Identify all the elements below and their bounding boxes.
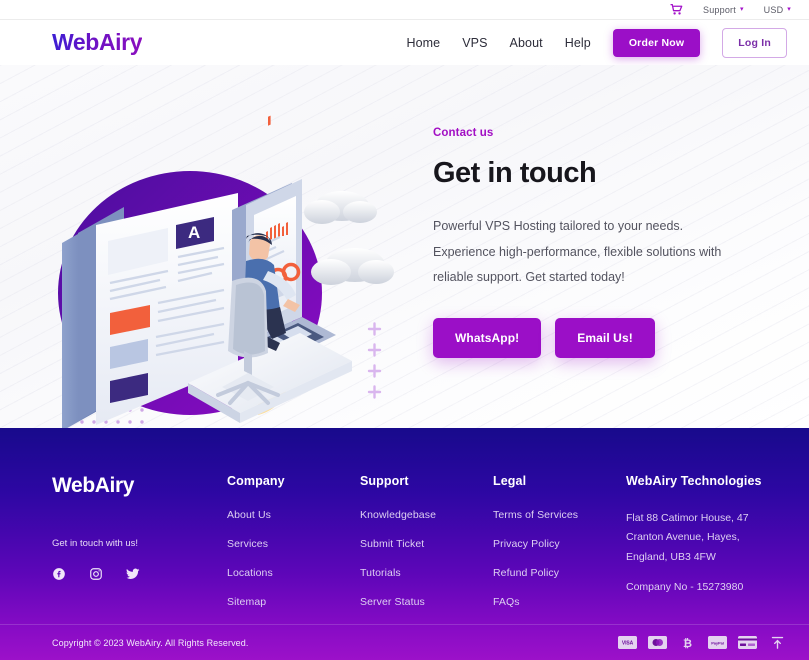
login-button[interactable]: Log In xyxy=(722,27,787,58)
footer-column-title: Company xyxy=(227,474,285,488)
chevron-down-icon: ▾ xyxy=(739,6,744,13)
footer-link-tutorials[interactable]: Tutorials xyxy=(360,567,493,579)
social-links xyxy=(52,567,227,581)
footer-link-terms[interactable]: Terms of Services xyxy=(493,509,626,521)
topbar-currency-label: USD xyxy=(763,4,784,15)
cloud-icon xyxy=(304,191,394,285)
topbar-item-support[interactable]: Support ▾ xyxy=(703,5,744,15)
twitter-icon[interactable] xyxy=(126,567,140,581)
logo[interactable]: Web Airy xyxy=(52,29,142,56)
address-line-1: Flat 88 Catimor House, 47 xyxy=(626,512,749,524)
footer-link-privacy[interactable]: Privacy Policy xyxy=(493,538,626,550)
top-utility-bar: Support ▾ USD ▾ xyxy=(0,0,809,20)
visa-icon: VISA xyxy=(618,636,637,649)
hero-cta-row: WhatsApp! Email Us! xyxy=(433,317,769,358)
hero-section: A Contact us Get in touch Powerful VPS H… xyxy=(0,65,809,428)
paypal-icon: PayPal xyxy=(708,636,727,649)
svg-text:₿: ₿ xyxy=(683,638,692,649)
footer-column-support: Support Knowledgebase Submit Ticket Tuto… xyxy=(360,474,493,625)
footer-link-server-status[interactable]: Server Status xyxy=(360,596,493,608)
footer-company-title: WebAiry Technologies xyxy=(626,474,762,488)
copyright-bar: Copyright © 2023 WebAiry. All Rights Res… xyxy=(0,624,809,660)
facebook-icon[interactable] xyxy=(52,567,66,581)
footer-column-title: Legal xyxy=(493,474,527,488)
logo-text-web: Web xyxy=(52,29,99,55)
footer-column-title: Support xyxy=(360,474,409,488)
address-line-2: Cranton Avenue, Hayes, xyxy=(626,531,740,544)
svg-text:VISA: VISA xyxy=(622,641,634,647)
main-nav: Home VPS About Help Order Now Log In xyxy=(406,27,787,58)
nav-item-vps[interactable]: VPS xyxy=(462,36,487,50)
footer-link-about-us[interactable]: About Us xyxy=(227,509,360,521)
nav-item-home[interactable]: Home xyxy=(406,36,440,50)
chevron-down-icon: ▾ xyxy=(787,6,791,13)
footer-brand: WebAiry Get in touch with us! xyxy=(52,474,227,625)
order-now-button[interactable]: Order Now xyxy=(612,28,701,57)
nav-item-help[interactable]: Help xyxy=(565,36,591,50)
hero-eyebrow: Contact us xyxy=(433,127,494,139)
footer-column-legal: Legal Terms of Services Privacy Policy R… xyxy=(493,474,626,625)
hero-copy: Contact us Get in touch Powerful VPS Hos… xyxy=(425,65,809,428)
page-root: Support ▾ USD ▾ Web Airy Home VPS About H… xyxy=(0,0,809,660)
footer-address: Flat 88 Catimor House, 47 Cranton Avenue… xyxy=(626,509,801,567)
whatsapp-button[interactable]: WhatsApp! xyxy=(433,317,542,358)
footer-link-submit-ticket[interactable]: Submit Ticket xyxy=(360,538,493,550)
footer-link-sitemap[interactable]: Sitemap xyxy=(227,596,360,608)
email-us-button[interactable]: Email Us! xyxy=(555,317,655,358)
topbar-item-currency[interactable]: USD ▾ xyxy=(764,5,791,15)
payment-methods: VISA ₿ PayPal xyxy=(618,636,787,649)
footer-column-company-info: WebAiry Technologies Flat 88 Catimor Hou… xyxy=(626,474,801,625)
footer-column-company: Company About Us Services Locations Site… xyxy=(227,474,360,625)
site-header: Web Airy Home VPS About Help Order Now Lo… xyxy=(0,20,809,65)
topbar-support-label: Support xyxy=(703,4,736,15)
isometric-workspace-illustration: A xyxy=(58,115,394,428)
site-footer: WebAiry Get in touch with us! Company Ab… xyxy=(0,428,809,660)
bitcoin-icon: ₿ xyxy=(678,636,697,649)
page-title: Get in touch xyxy=(433,157,597,189)
hero-description: Powerful VPS Hosting tailored to your ne… xyxy=(433,219,722,285)
hero-illustration: A xyxy=(0,65,425,428)
logo-text-airy: Airy xyxy=(98,29,143,55)
footer-company-number: Company No - 15273980 xyxy=(626,581,744,594)
credit-card-icon xyxy=(738,636,757,649)
footer-link-services[interactable]: Services xyxy=(227,538,360,550)
footer-link-refund[interactable]: Refund Policy xyxy=(493,567,626,579)
address-line-3: England, UB3 4FW xyxy=(626,550,716,563)
copyright-text: Copyright © 2023 WebAiry. All Rights Res… xyxy=(52,637,249,648)
footer-logo[interactable]: WebAiry xyxy=(52,474,227,498)
mastercard-icon xyxy=(648,636,667,649)
footer-logo-text-airy: Airy xyxy=(94,474,135,497)
bank-transfer-icon xyxy=(768,636,787,649)
footer-link-faqs[interactable]: FAQs xyxy=(493,596,626,608)
footer-link-locations[interactable]: Locations xyxy=(227,567,360,579)
instagram-icon[interactable] xyxy=(89,567,103,581)
cart-icon[interactable] xyxy=(670,4,683,15)
nav-item-about[interactable]: About xyxy=(510,36,543,50)
footer-link-knowledgebase[interactable]: Knowledgebase xyxy=(360,509,493,521)
svg-text:A: A xyxy=(188,223,200,242)
svg-text:PayPal: PayPal xyxy=(711,641,724,646)
footer-columns: WebAiry Get in touch with us! Company Ab… xyxy=(0,428,809,625)
footer-logo-text-web: Web xyxy=(52,474,95,497)
footer-tagline: Get in touch with us! xyxy=(52,538,139,549)
